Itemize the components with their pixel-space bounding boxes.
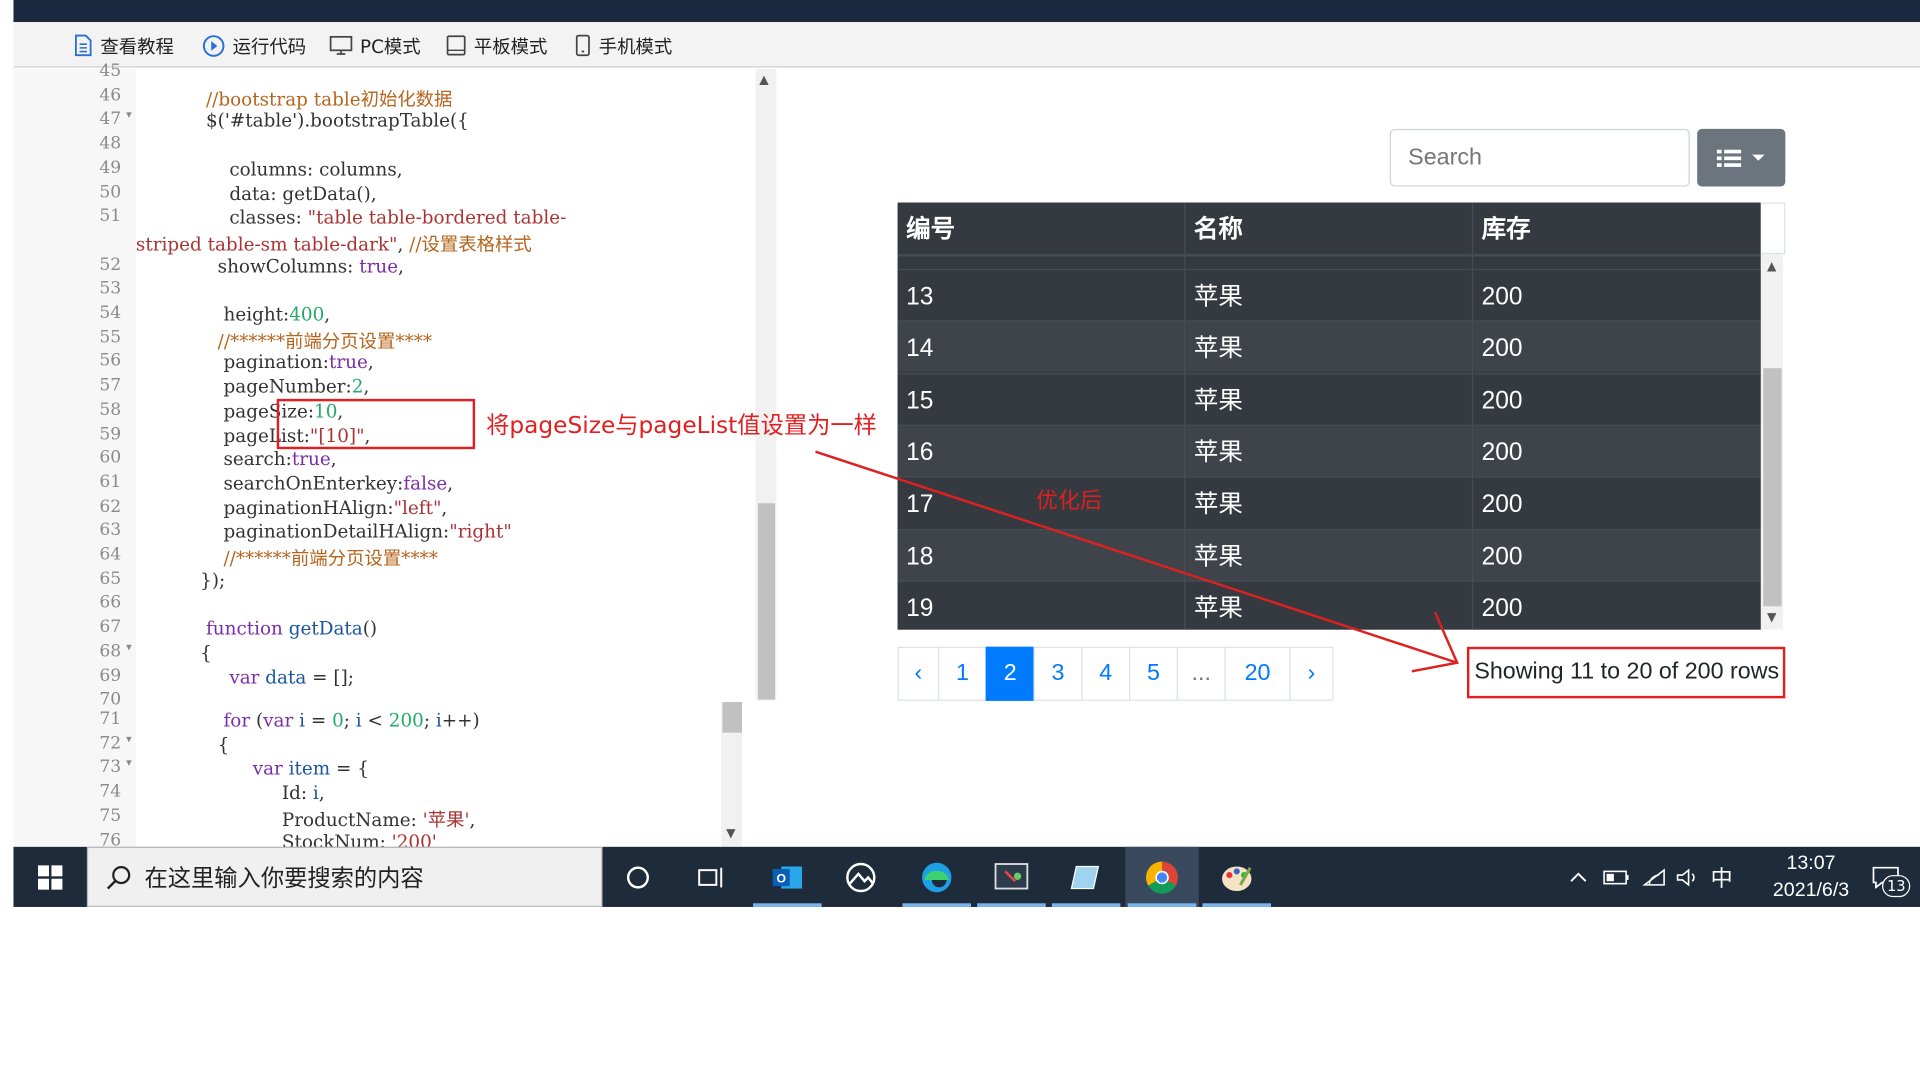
cortana-icon xyxy=(626,865,649,888)
notes-app[interactable] xyxy=(1049,847,1122,907)
cortana-button[interactable] xyxy=(601,847,674,907)
clock-time: 13:07 xyxy=(1786,852,1836,874)
clock-date: 2021/6/3 xyxy=(1772,879,1850,901)
start-button[interactable] xyxy=(13,847,85,907)
photos-icon xyxy=(846,862,876,892)
speaker-icon xyxy=(1676,867,1695,886)
task-view-button[interactable] xyxy=(675,847,748,907)
chrome-app[interactable] xyxy=(1125,846,1199,907)
volume-button[interactable] xyxy=(1675,847,1699,907)
annotation-arrow-overlay xyxy=(815,450,1459,673)
battery-icon xyxy=(1603,869,1629,884)
search-icon xyxy=(106,865,131,889)
photos-app[interactable] xyxy=(824,847,897,907)
taskbar-search-placeholder: 在这里输入你要搜索的内容 xyxy=(144,865,424,893)
wifi-icon xyxy=(1642,867,1665,886)
ime-indicator[interactable]: 中 xyxy=(1711,847,1733,907)
show-hidden-icons-button[interactable] xyxy=(1569,847,1589,907)
taskbar-search-box[interactable]: 在这里输入你要搜索的内容 xyxy=(86,846,603,907)
edge-icon xyxy=(922,862,952,892)
notification-count: 13 xyxy=(1882,875,1911,898)
paint-app[interactable] xyxy=(1200,847,1273,907)
notes-icon xyxy=(1070,865,1100,889)
task-view-icon xyxy=(698,867,723,887)
windows-logo-icon xyxy=(37,864,62,890)
edge-app[interactable] xyxy=(900,847,973,907)
wifi-button[interactable] xyxy=(1642,847,1666,907)
chevron-up-icon xyxy=(1570,871,1587,882)
taskbar-clock[interactable]: 13:07 2021/6/3 xyxy=(1750,852,1872,904)
battery-button[interactable] xyxy=(1603,847,1630,907)
notification-center-button[interactable]: 13 xyxy=(1872,847,1911,907)
paint-icon xyxy=(1222,865,1252,891)
svg-text:O: O xyxy=(776,871,786,885)
outlook-app[interactable]: O xyxy=(751,847,824,907)
outlook-icon: O xyxy=(772,865,803,888)
chrome-icon xyxy=(1146,860,1178,893)
app-icon xyxy=(994,862,1029,889)
app-window[interactable] xyxy=(975,847,1048,907)
screenshot: 查看教程 运行代码 PC模式 平板模式 手机模式 45 46 //bootstra… xyxy=(0,0,1920,1080)
windows-taskbar: 在这里输入你要搜索的内容 O 中 13:07 2021/6/3 13 xyxy=(13,846,1920,907)
